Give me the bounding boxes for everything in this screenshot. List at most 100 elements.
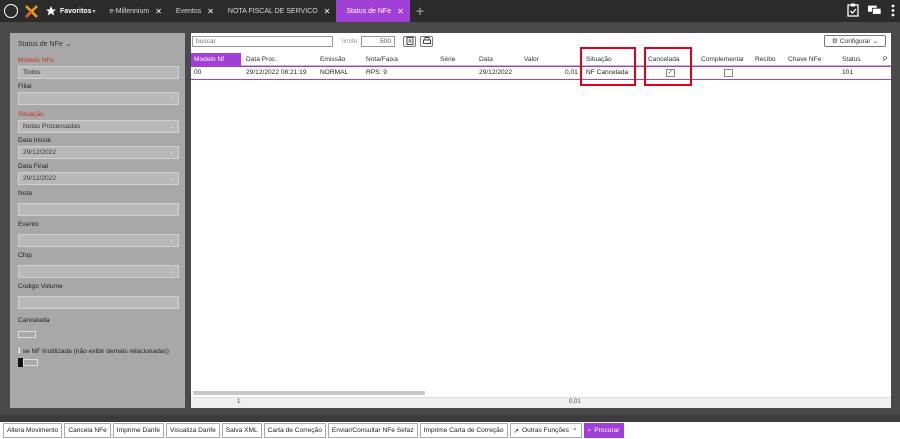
clipboard-check-icon[interactable] [846,3,860,17]
sidebar-title-label: Status de NFe [18,40,63,48]
outras-funcoes-label: Outras Funções [522,427,569,434]
inutilizada-row: ℹ se NF Inutilizada (não exibir demais r… [18,347,180,356]
carta-correcao-button[interactable]: Carta de Correção [263,423,326,438]
field-label: Codigo Volume [18,283,63,290]
cell-emissao: NORMAL [320,69,349,76]
modelo-nfe-select[interactable]: Todos [18,66,179,79]
col-complementar[interactable]: Complementar [701,53,744,66]
chevron-down-icon: ⌄ [168,238,174,244]
cell-data: 29/12/2022 [479,69,513,76]
chat-icon[interactable] [868,3,882,17]
highlight-situacao [580,47,636,86]
more-vert-icon[interactable] [890,3,896,17]
cell-modelo-nf: 00 [194,69,202,76]
print-button[interactable] [420,36,433,47]
complementar-checkbox[interactable] [724,69,733,77]
col-modelo-nf[interactable]: Modelo Nf [191,53,241,66]
table-row[interactable]: 00 29/12/2022 08:21:19 NORMAL RPS: 9 29/… [191,66,891,80]
cancelada-label: Cancelada [18,317,50,324]
configure-button[interactable]: ⚙ Configurar ⌄ [824,35,886,47]
chevron-down-icon: ⌄ [65,41,72,48]
filial-field[interactable]: › [18,92,179,105]
info-icon: ℹ [18,348,21,355]
field-value: 29/12/2022 [23,175,57,182]
horizontal-scrollbar[interactable] [193,391,425,395]
field-label: Data Final [18,163,49,170]
col-serie[interactable]: Série [440,53,455,66]
col-nota-faixa[interactable]: Nota/Faixa [366,53,398,66]
enviar-consultar-sefaz-button[interactable]: Enviar/Consultar NFe Sefaz [327,423,418,438]
altera-movimento-button[interactable]: Altera Movimento [3,423,63,438]
chevron-down-icon: ⌄ [872,38,879,45]
cancela-nfe-button[interactable]: Cancela NFe [64,423,111,438]
field-label: Evento [18,221,39,228]
main-grid-panel: limite: 500 ⚙ Configurar ⌄ Modelo Nf Dat… [191,33,891,408]
col-recibo[interactable]: Recibo [755,53,776,66]
close-icon[interactable]: ✕ [324,7,331,16]
inutilizada-toggle[interactable] [18,358,180,367]
field-label: Filial [18,83,32,90]
close-icon[interactable]: ✕ [155,7,162,16]
chevron-down-icon: › [172,95,174,101]
procurar-button[interactable]: ⌕ Procurar [583,423,624,438]
visualiza-danfe-button[interactable]: Visualiza Danfe [166,423,220,438]
tab-status-nfe[interactable]: Status de NFe ✕ [336,0,410,22]
export-button[interactable] [403,36,416,47]
outras-funcoes-button[interactable]: ↗ Outras Funções ⌃ [509,423,582,438]
tab-eventos[interactable]: Eventos ✕ [168,0,220,22]
situacao-select[interactable]: Notas Processadas ⌄ [18,120,179,133]
tab-label: Eventos [175,7,202,15]
search-input[interactable] [192,36,333,47]
tab-label: e-Millennium [109,7,150,15]
add-tab-icon[interactable]: + [416,3,424,19]
col-p[interactable]: P [883,53,887,66]
star-icon[interactable] [44,4,58,18]
nota-field[interactable] [18,203,179,216]
salva-xml-button[interactable]: Salva XML [221,423,262,438]
field-label: Cfop [18,252,32,259]
field-label: Situação [18,111,44,118]
footer-total: 0,01 [569,399,581,405]
imprime-carta-correcao-button[interactable]: Imprime Carta de Correção [419,423,508,438]
gear-icon: ⚙ [831,38,838,45]
grid-header: Modelo Nf Data Proc. Emissão Nota/Faixa … [191,53,891,66]
col-data-proc[interactable]: Data Proc. [246,53,277,66]
cancelada-toggle[interactable] [18,331,36,338]
limit-input[interactable]: 500 [361,36,395,47]
close-icon[interactable]: ✕ [207,7,214,16]
field-value: Notas Processadas [23,123,81,130]
highlight-cancelada [644,47,692,86]
col-chave-nfe[interactable]: Chave NFe [788,53,821,66]
cell-data-proc: 29/12/2022 08:21:19 [246,69,307,76]
imprime-danfe-button[interactable]: Imprime Danfe [112,423,165,438]
col-status[interactable]: Status [842,53,861,66]
data-inicial-field[interactable]: 29/12/2022 ⌄ [18,146,179,159]
favorites-menu[interactable]: Favoritos [60,8,92,15]
tab-e-millennium[interactable]: e-Millennium ✕ [102,0,168,22]
col-emissao[interactable]: Emissão [320,53,345,66]
logo-x-icon [24,4,38,18]
close-icon[interactable]: ✕ [397,7,404,16]
field-value: Todos [23,69,41,76]
cell-status: 101 [842,69,854,76]
sidebar-title[interactable]: Status de NFe ⌄ [18,40,180,49]
chevron-up-icon: ⌃ [571,427,578,435]
tab-label: NOTA FISCAL DE SERVICO [227,7,318,15]
field-label: Nota [18,190,32,197]
back-icon[interactable]: ‹ [4,4,18,18]
chevron-down-icon: ▾ [92,8,96,15]
top-right-actions [846,3,896,17]
cell-nota-faixa: RPS: 9 [366,69,387,76]
col-data[interactable]: Data [479,53,493,66]
cfop-select[interactable]: ⌄ [18,265,179,278]
codigo-volume-field[interactable] [18,296,179,309]
field-value: 29/12/2022 [23,149,57,156]
field-label: Modelo NFe [18,57,54,64]
tab-nota-fiscal-servico[interactable]: NOTA FISCAL DE SERVICO ✕ [220,0,336,22]
evento-select[interactable]: ⌄ [18,234,179,247]
print-icon [422,36,431,47]
col-valor[interactable]: Valor [524,53,539,66]
bottom-separator [0,415,900,422]
data-final-field[interactable]: 29/12/2022 ⌄ [18,172,179,185]
search-icon: ⌕ [587,426,592,434]
